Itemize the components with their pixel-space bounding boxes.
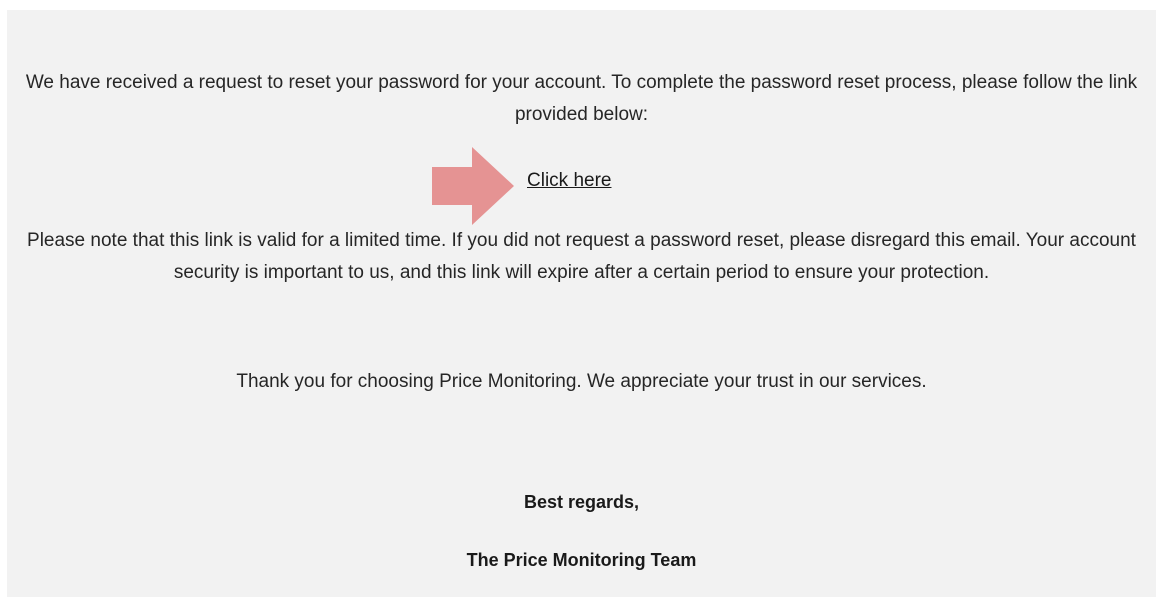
email-body: We have received a request to reset your… — [7, 10, 1156, 597]
intro-paragraph: We have received a request to reset your… — [25, 72, 1138, 125]
team-signature: The Price Monitoring Team — [466, 550, 697, 570]
right-arrow-icon — [432, 147, 514, 225]
reset-password-link[interactable]: Click here — [527, 165, 611, 197]
reset-link-row: Click here — [7, 147, 1156, 225]
validity-note-paragraph: Please note that this link is valid for … — [27, 230, 1136, 283]
thanks-paragraph: Thank you for choosing Price Monitoring.… — [236, 371, 927, 392]
regards-text: Best regards, — [523, 492, 640, 512]
